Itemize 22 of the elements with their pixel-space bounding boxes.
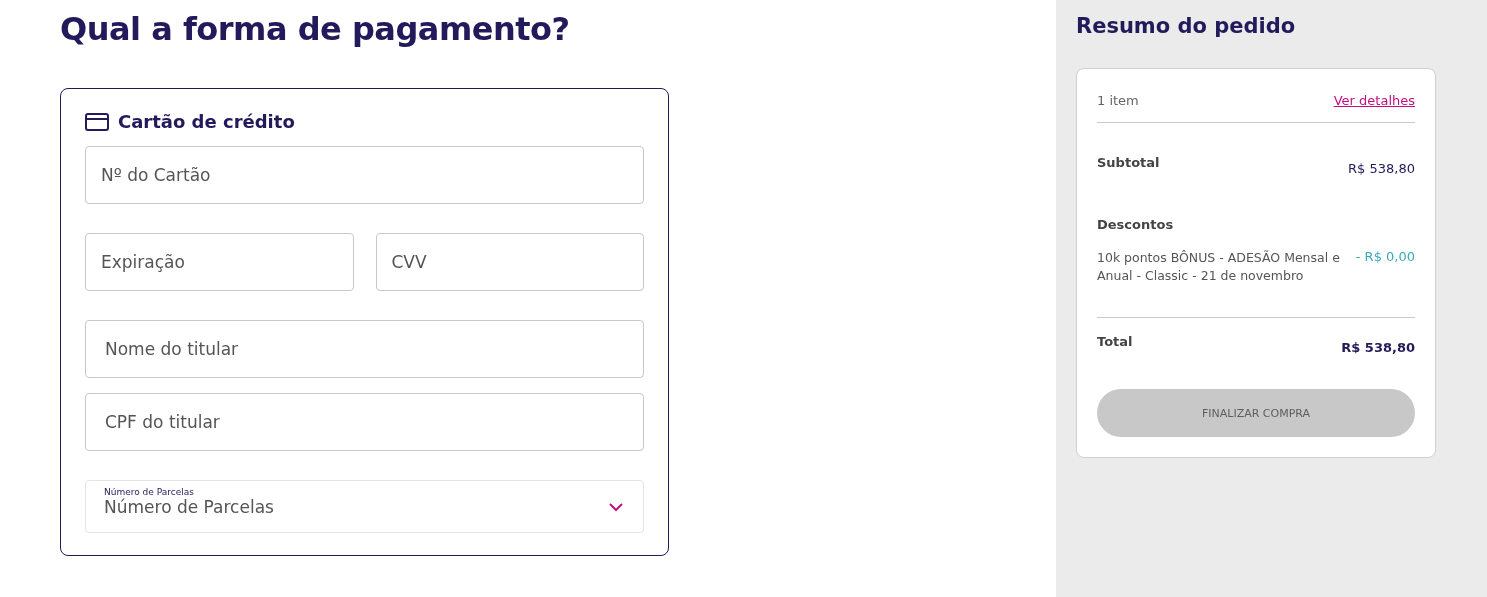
text-field[interactable]: CPF do titular — [85, 393, 644, 451]
select-label: Número de Parcelas — [104, 487, 195, 497]
subtotal-value: R$ 538,80 — [1348, 161, 1415, 176]
discount-name: 10k pontos BÔNUS - ADESÃO Mensal e Anual - Classic - 21 de novembro — [1097, 249, 1341, 285]
credit-card-icon — [85, 112, 109, 131]
summary-title: Resumo do pedido — [1076, 14, 1297, 38]
subtotal-label: Subtotal — [1097, 155, 1160, 170]
discount-value: - R$ 0,00 — [1355, 249, 1415, 264]
chevron-down-icon — [609, 503, 623, 512]
text-field[interactable]: Expiração — [85, 233, 354, 291]
payment-method-title: Cartão de crédito — [118, 111, 295, 132]
installments-select[interactable]: Número de Parcelas Número de Parcelas — [85, 480, 644, 533]
discounts-label: Descontos — [1097, 217, 1174, 232]
text-field[interactable]: Nº do Cartão — [85, 146, 644, 204]
details-link[interactable]: Ver detalhes — [1333, 93, 1415, 108]
select-value: Número de Parcelas — [104, 497, 274, 517]
total-label: Total — [1097, 334, 1133, 349]
text-field[interactable]: CVV — [375, 233, 644, 291]
total-value: R$ 538,80 — [1341, 340, 1415, 355]
text-field[interactable]: Nome do titular — [85, 320, 644, 378]
page-title: Qual a forma de pagamento? — [60, 10, 571, 48]
item-count: 1 item — [1097, 93, 1139, 108]
